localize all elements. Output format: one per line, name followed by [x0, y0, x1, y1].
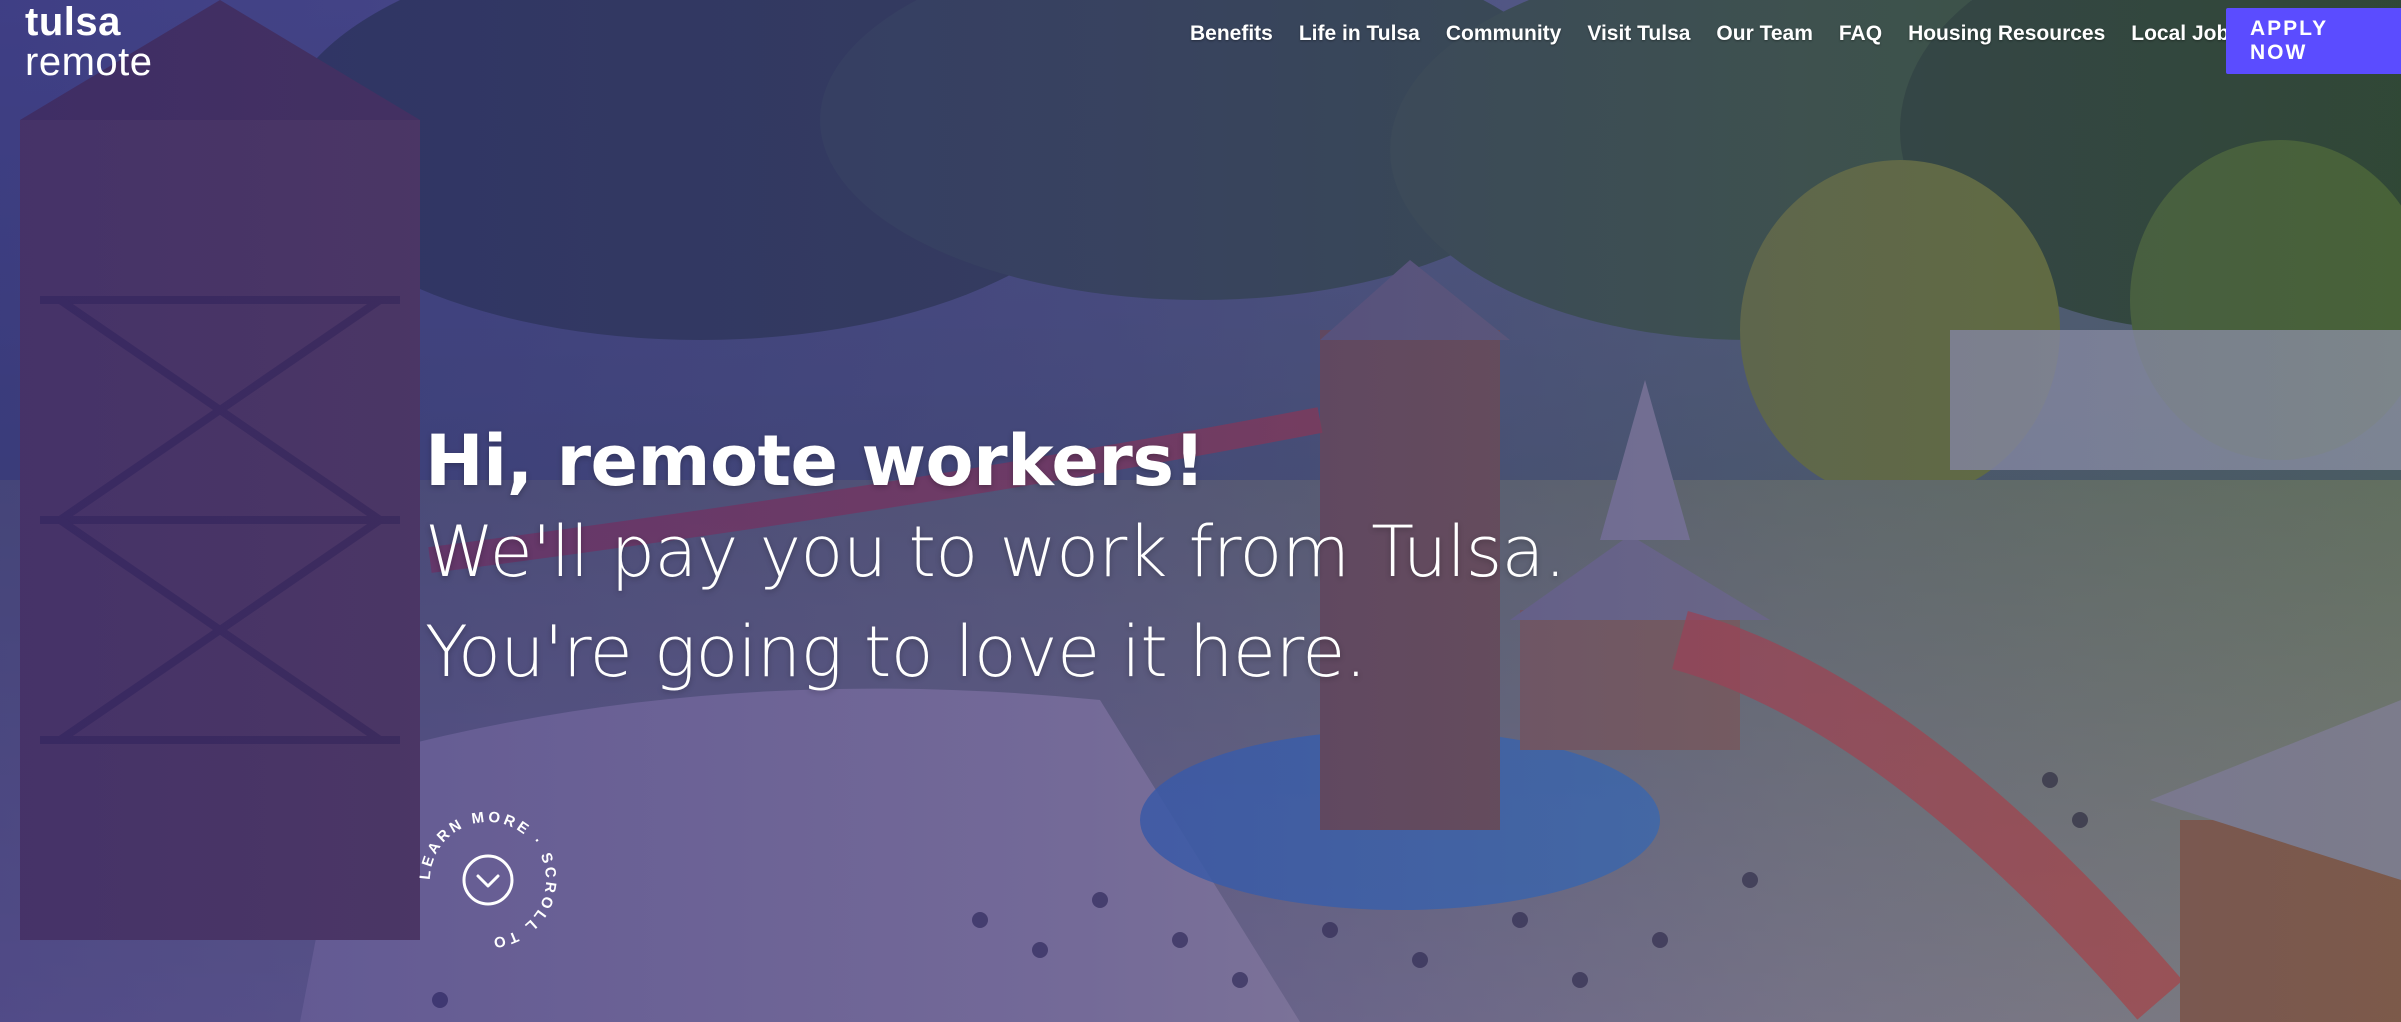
hero-heading: Hi, remote workers!	[425, 420, 1205, 502]
logo-line-2: remote	[25, 40, 153, 84]
nav-item-local-jobs[interactable]: Local Jobs	[2131, 22, 2241, 46]
logo[interactable]: tulsa remote	[25, 2, 153, 82]
scroll-to-learn-more-button[interactable]: LEARN MORE · SCROLL TO	[408, 800, 568, 960]
logo-line-1: tulsa	[25, 0, 121, 44]
nav-item-visit-tulsa[interactable]: Visit Tulsa	[1587, 22, 1690, 46]
nav-item-our-team[interactable]: Our Team	[1716, 22, 1812, 46]
apply-now-button[interactable]: APPLY NOW ›	[2226, 8, 2401, 74]
hero-subline-2: You're going to love it here.	[425, 611, 1367, 693]
nav-item-housing-resources[interactable]: Housing Resources	[1908, 22, 2105, 46]
main-nav: Benefits Life in Tulsa Community Visit T…	[1190, 22, 2267, 46]
nav-item-life-in-tulsa[interactable]: Life in Tulsa	[1299, 22, 1420, 46]
chevron-down-icon	[462, 854, 514, 906]
scroll-circle-text: LEARN MORE · SCROLL TO	[417, 809, 560, 952]
nav-item-community[interactable]: Community	[1446, 22, 1562, 46]
hero-headline: Hi, remote workers! We'll pay you to wor…	[425, 420, 1566, 702]
nav-item-benefits[interactable]: Benefits	[1190, 22, 1273, 46]
hero-section: tulsa remote Benefits Life in Tulsa Comm…	[0, 0, 2401, 1022]
nav-item-faq[interactable]: FAQ	[1839, 22, 1882, 46]
hero-subline-1: We'll pay you to work from Tulsa.	[425, 511, 1566, 593]
apply-now-label: APPLY NOW	[2250, 17, 2328, 64]
